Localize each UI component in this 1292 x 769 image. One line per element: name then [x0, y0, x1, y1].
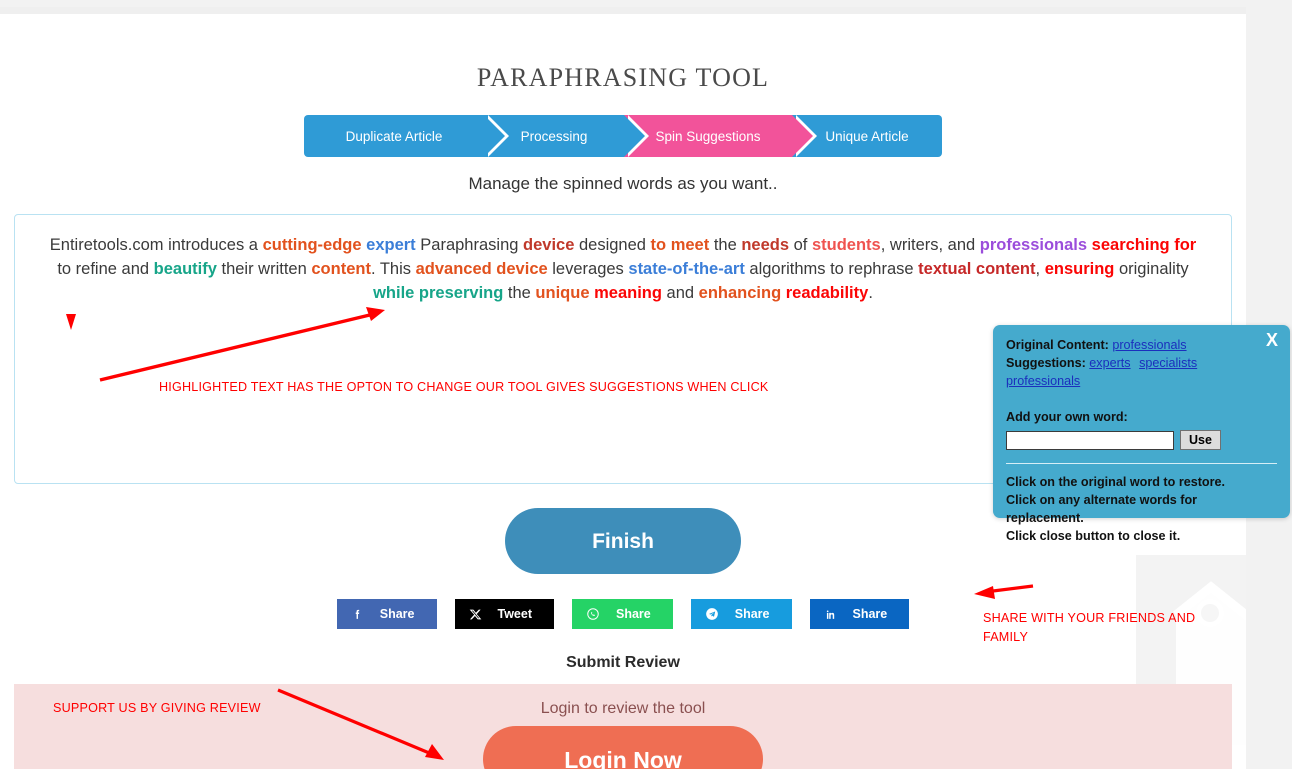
- add-own-word-label: Add your own word:: [1006, 410, 1128, 424]
- add-word-input-row: Use: [1006, 430, 1277, 450]
- spun-word[interactable]: readability: [786, 284, 869, 302]
- custom-word-input[interactable]: [1006, 430, 1174, 450]
- spun-word[interactable]: to meet: [651, 236, 710, 254]
- original-word-link[interactable]: professionals: [1112, 338, 1186, 352]
- spun-word[interactable]: beautify: [154, 260, 217, 278]
- paraphrased-text[interactable]: Entiretools.com introduces a cutting-edg…: [41, 233, 1205, 305]
- login-prompt: Login to review the tool: [540, 700, 706, 717]
- original-content-row: Original Content: professionals: [1006, 336, 1277, 354]
- telegram-icon: [705, 607, 719, 621]
- suggestion-link-2[interactable]: specialists: [1139, 356, 1197, 370]
- spun-word[interactable]: advanced device: [416, 260, 548, 278]
- step-label: Processing: [520, 128, 588, 144]
- review-band: Login to review the tool Login Now: [14, 684, 1232, 769]
- spun-word[interactable]: professionals: [980, 236, 1087, 254]
- spun-word[interactable]: state-of-the-art: [628, 260, 744, 278]
- suggestion-link-1[interactable]: experts: [1089, 356, 1130, 370]
- spun-word[interactable]: cutting-edge: [263, 236, 362, 254]
- suggestions-row: Suggestions: experts specialists profess…: [1006, 354, 1277, 390]
- share-button-label: Share: [852, 607, 888, 621]
- top-strip: [0, 7, 1246, 14]
- spun-word[interactable]: device: [523, 236, 574, 254]
- spun-word[interactable]: enhancing: [699, 284, 782, 302]
- share-button-label: Share: [379, 607, 415, 621]
- word-suggestion-popup[interactable]: X Original Content: professionals Sugges…: [993, 325, 1290, 543]
- step-spin-suggestions[interactable]: Spin Suggestions: [624, 115, 817, 157]
- share-buttons-row: Share Tweet Share Share Share: [0, 599, 1246, 629]
- popup-hint-2: Click on any alternate words for replace…: [1006, 493, 1198, 525]
- x-twitter-icon: [469, 608, 482, 621]
- spun-word[interactable]: expert: [366, 236, 416, 254]
- linkedin-icon: [824, 608, 837, 621]
- close-icon[interactable]: X: [1266, 330, 1278, 351]
- whatsapp-icon: [586, 607, 600, 621]
- spun-word[interactable]: needs: [741, 236, 789, 254]
- step-duplicate-article[interactable]: Duplicate Article: [304, 115, 509, 157]
- share-facebook-button[interactable]: Share: [336, 599, 437, 629]
- step-label: Spin Suggestions: [655, 128, 761, 144]
- submit-review-heading: Submit Review: [566, 654, 680, 671]
- popup-hint-1: Click on the original word to restore.: [1006, 475, 1226, 489]
- original-content-label: Original Content:: [1006, 338, 1109, 352]
- share-telegram-button[interactable]: Share: [690, 599, 792, 629]
- progress-steps: Duplicate Article Processing Spin Sugges…: [304, 115, 942, 157]
- spun-word[interactable]: textual content: [918, 260, 1035, 278]
- page-title: PARAPHRASING TOOL: [476, 63, 770, 92]
- use-word-button[interactable]: Use: [1180, 430, 1221, 450]
- share-linkedin-button[interactable]: Share: [809, 599, 910, 629]
- step-label: Duplicate Article: [345, 128, 443, 144]
- spun-word[interactable]: ensuring: [1045, 260, 1115, 278]
- facebook-icon: [351, 608, 364, 621]
- share-button-label: Share: [734, 607, 770, 621]
- share-button-label: Share: [616, 607, 651, 621]
- page-subtitle: Manage the spinned words as you want..: [468, 174, 778, 193]
- spun-word[interactable]: while preserving: [373, 284, 503, 302]
- suggestions-label: Suggestions:: [1006, 356, 1086, 370]
- spun-word[interactable]: meaning: [594, 284, 662, 302]
- popup-divider: [1006, 463, 1277, 464]
- spun-word[interactable]: students: [812, 236, 881, 254]
- share-button-label: Tweet: [497, 607, 533, 621]
- login-now-button[interactable]: Login Now: [483, 726, 763, 769]
- finish-button[interactable]: Finish: [505, 508, 741, 574]
- suggestion-link-3[interactable]: professionals: [1006, 374, 1080, 388]
- spun-word[interactable]: searching for: [1092, 236, 1197, 254]
- step-label: Unique Article: [825, 128, 909, 144]
- popup-hint-3: Click close button to close it.: [1006, 529, 1181, 543]
- spun-word[interactable]: unique: [535, 284, 589, 302]
- spun-word[interactable]: content: [311, 260, 371, 278]
- share-twitter-button[interactable]: Tweet: [454, 599, 554, 629]
- share-whatsapp-button[interactable]: Share: [572, 599, 673, 629]
